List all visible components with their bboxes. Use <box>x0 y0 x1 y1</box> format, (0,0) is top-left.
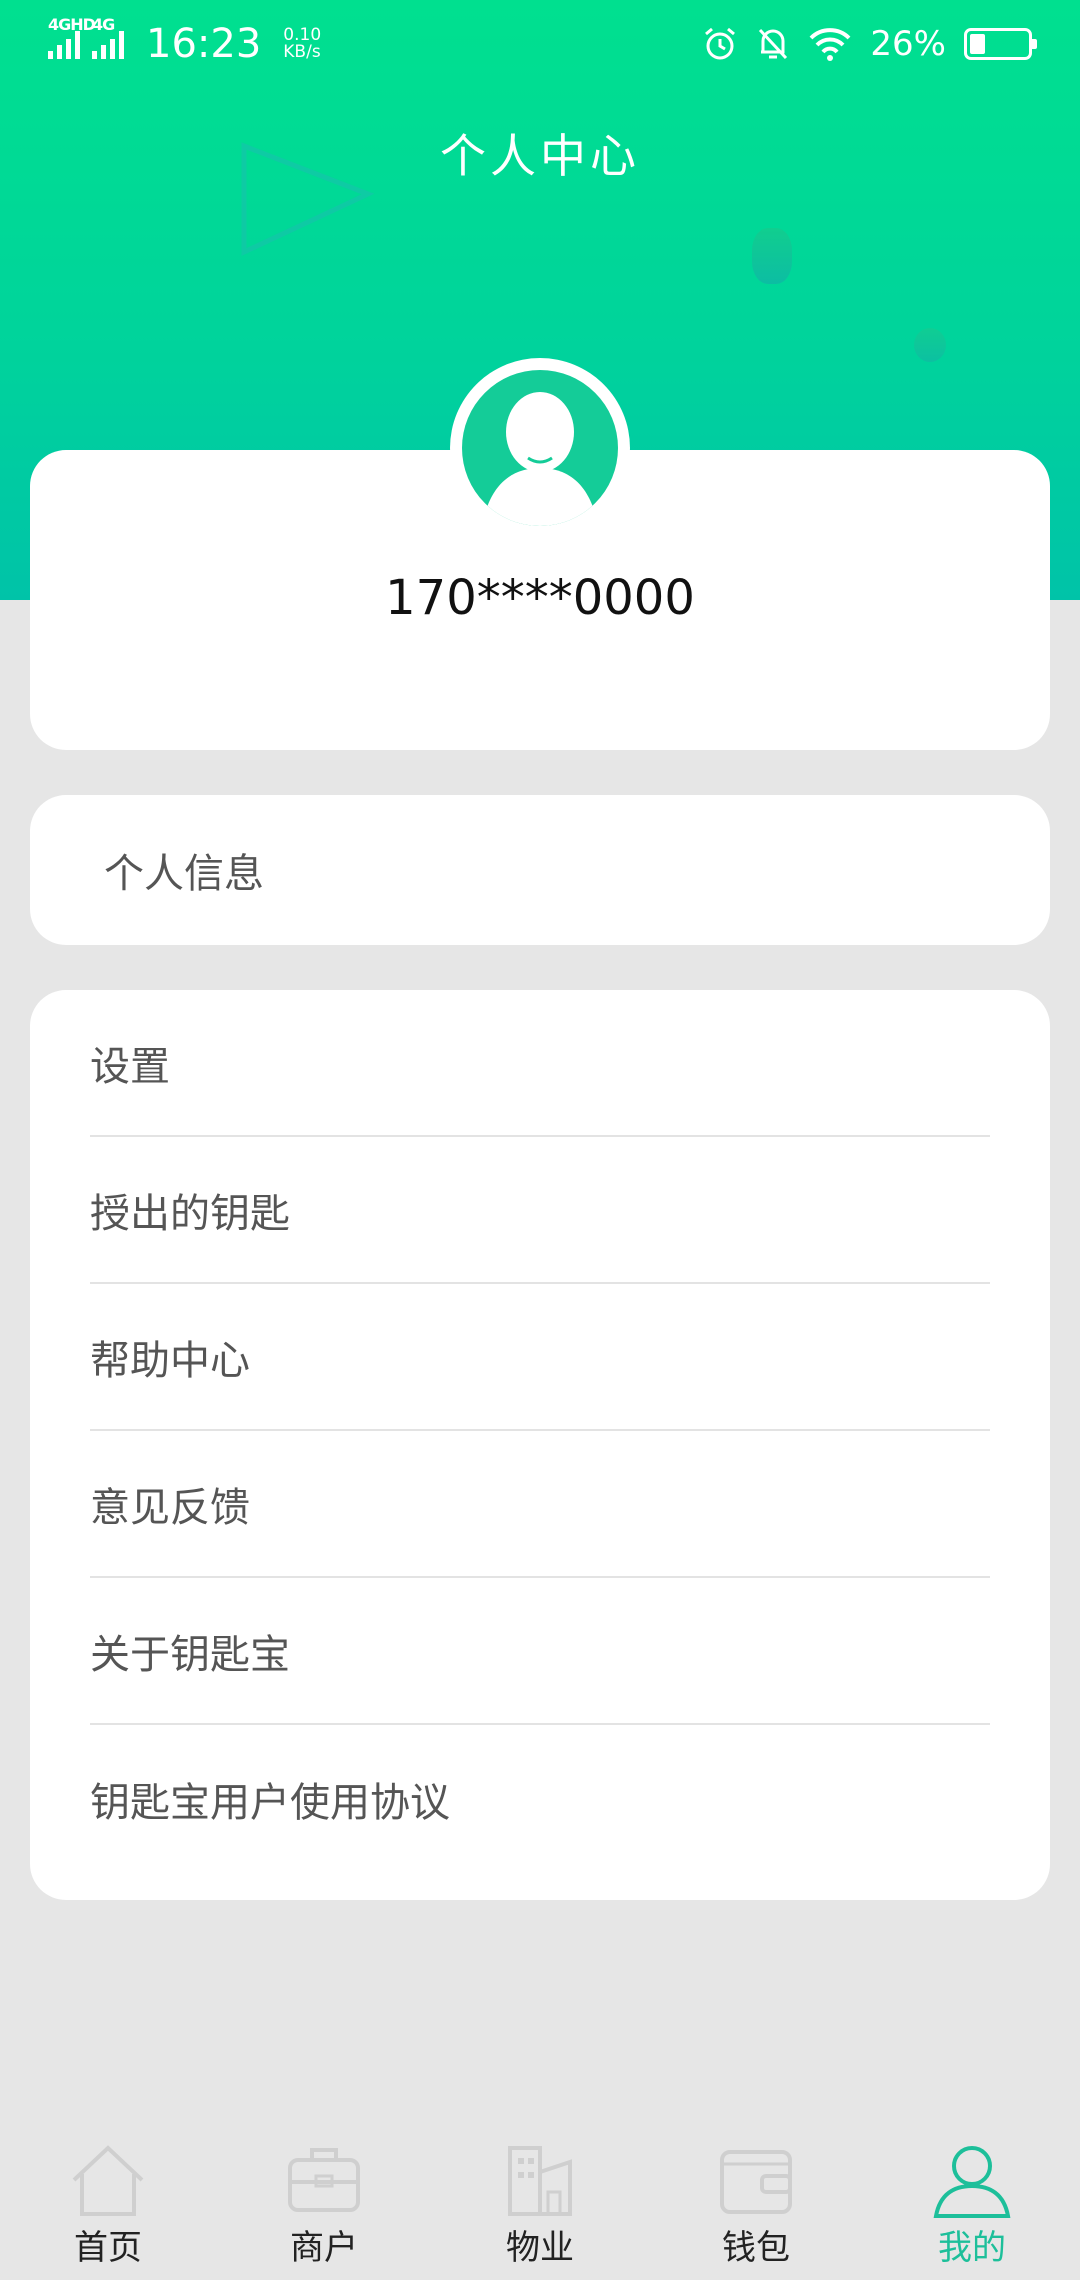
network-type-label: 4GHD <box>48 15 96 34</box>
nav-merchant-label: 商户 <box>290 2228 358 2268</box>
battery-icon <box>964 28 1037 60</box>
menu-card: 设置 授出的钥匙 帮助中心 意见反馈 关于钥匙宝 钥匙宝用户使用协议 <box>30 990 1050 1900</box>
avatar[interactable] <box>462 370 618 526</box>
bubble-decoration <box>752 228 792 284</box>
nav-merchant[interactable]: 商户 <box>216 2130 432 2280</box>
status-time: 16:23 <box>146 21 262 67</box>
page-title: 个人中心 <box>440 129 640 183</box>
nav-mine-label: 我的 <box>938 2228 1006 2268</box>
menu-item-feedback[interactable]: 意见反馈 <box>90 1431 990 1578</box>
status-bar: 4GHD 4G 16:23 0.10 KB/s 26% <box>0 0 1080 88</box>
nav-wallet-label: 钱包 <box>722 2228 790 2268</box>
battery-fill <box>970 34 985 54</box>
personal-info-item: 个人信息 <box>104 851 264 897</box>
menu-item-user-agreement[interactable]: 钥匙宝用户使用协议 <box>90 1725 990 1872</box>
speed-unit: KB/s <box>283 42 321 62</box>
home-icon <box>72 2145 144 2216</box>
nav-mine[interactable]: 我的 <box>864 2130 1080 2280</box>
nav-property-label: 物业 <box>506 2228 574 2268</box>
network-type-label: 4G <box>92 15 115 34</box>
menu-item-granted-keys[interactable]: 授出的钥匙 <box>90 1137 990 1284</box>
menu-item-help-center[interactable]: 帮助中心 <box>90 1284 990 1431</box>
briefcase-icon <box>288 2148 360 2212</box>
signal-icon: 4GHD <box>48 15 96 59</box>
bubble-decoration <box>914 328 946 362</box>
building-icon <box>508 2146 572 2216</box>
wifi-icon <box>810 28 851 61</box>
user-icon <box>933 2146 1011 2218</box>
screen: 4GHD 4G 16:23 0.10 KB/s 26% 个人中心 170****… <box>0 0 1080 2280</box>
bottom-nav: 首页 商户 物业 钱包 我的 <box>0 2130 1080 2280</box>
nav-home[interactable]: 首页 <box>0 2130 216 2280</box>
menu-item-about[interactable]: 关于钥匙宝 <box>90 1578 990 1725</box>
menu-item-settings[interactable]: 设置 <box>90 990 990 1137</box>
bell-off-icon <box>759 28 788 60</box>
user-phone: 170****0000 <box>385 570 695 626</box>
nav-property[interactable]: 物业 <box>432 2130 648 2280</box>
nav-home-label: 首页 <box>74 2228 142 2268</box>
personal-info-card[interactable]: 个人信息 <box>30 795 1050 945</box>
network-speed: 0.10 KB/s <box>283 27 321 61</box>
nav-wallet[interactable]: 钱包 <box>648 2130 864 2280</box>
signal-icon: 4G <box>92 15 124 59</box>
alarm-icon <box>705 27 736 60</box>
wallet-icon <box>720 2150 792 2214</box>
user-avatar-icon <box>482 392 598 526</box>
battery-percent: 26% <box>870 24 946 64</box>
